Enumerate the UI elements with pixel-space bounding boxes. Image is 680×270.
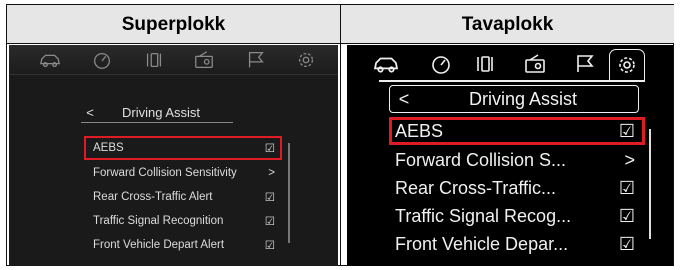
menu-item-label: Traffic Signal Recognition [93, 215, 224, 227]
menu-item-label: AEBS [395, 120, 444, 141]
menu-item-traffic-signal[interactable]: Traffic Signal Recog... ☑ [391, 202, 643, 230]
chevron-right-icon[interactable]: > [624, 150, 635, 171]
radio-icon[interactable] [193, 50, 215, 70]
settings-list: AEBS ☑ Forward Collision Sensitivity > R… [84, 136, 282, 257]
right-column-header: Tavaplokk [341, 5, 674, 44]
gauge-icon[interactable] [91, 50, 113, 70]
tab-bar [9, 45, 338, 75]
menu-item-label: Traffic Signal Recog... [395, 205, 572, 226]
seat-icon[interactable] [143, 50, 165, 70]
back-button[interactable]: < [390, 89, 418, 110]
menu-item-aebs[interactable]: AEBS ☑ [389, 117, 645, 145]
seat-icon[interactable] [473, 53, 497, 75]
menu-item-front-vehicle-depart[interactable]: Front Vehicle Depar... ☑ [391, 230, 643, 258]
gear-icon[interactable] [295, 50, 317, 70]
tab-bar [347, 45, 673, 82]
checkbox-checked-icon[interactable]: ☑ [265, 141, 275, 155]
checkbox-checked-icon[interactable]: ☑ [265, 190, 275, 204]
checkbox-checked-icon[interactable]: ☑ [265, 238, 275, 252]
menu-item-front-vehicle-depart[interactable]: Front Vehicle Depart Alert ☑ [85, 233, 281, 257]
menu-item-label: AEBS [93, 142, 124, 154]
page-title: Driving Assist [468, 88, 578, 109]
menu-item-label: Rear Cross-Traffic... [395, 177, 557, 198]
left-screen: < Driving Assist AEBS ☑ Forward Collisio… [9, 45, 338, 266]
left-column-header: Superplokk [7, 5, 340, 44]
right-screen: < Driving Assist AEBS ☑ Forward Collisio… [347, 45, 673, 266]
menu-item-label: Front Vehicle Depart Alert [93, 239, 225, 251]
page-title: Driving Assist [121, 105, 201, 120]
settings-list: AEBS ☑ Forward Collision S... > Rear Cro… [389, 117, 645, 258]
menu-item-label: Forward Collision Sensitivity [93, 167, 237, 179]
menu-item-traffic-signal[interactable]: Traffic Signal Recognition ☑ [85, 209, 281, 233]
flag-icon[interactable] [573, 53, 597, 75]
checkbox-checked-icon[interactable]: ☑ [619, 178, 635, 199]
chevron-right-icon[interactable]: > [268, 167, 275, 179]
menu-item-label: Forward Collision S... [395, 149, 567, 170]
radio-icon[interactable] [523, 53, 547, 75]
checkbox-checked-icon[interactable]: ☑ [619, 234, 635, 255]
menu-item-rear-cross-traffic[interactable]: Rear Cross-Traffic... ☑ [391, 174, 643, 202]
flag-icon[interactable] [245, 50, 267, 70]
menu-item-rear-cross-traffic[interactable]: Rear Cross-Traffic Alert ☑ [85, 185, 281, 209]
checkbox-checked-icon[interactable]: ☑ [265, 214, 275, 228]
comparison-table: Superplokk Tavaplokk < Driving Assist AE… [6, 4, 674, 266]
menu-item-label: Front Vehicle Depar... [395, 233, 569, 254]
menu-item-forward-collision[interactable]: Forward Collision Sensitivity > [85, 161, 281, 185]
menu-item-label: Rear Cross-Traffic Alert [93, 191, 213, 203]
tab-underline [379, 80, 645, 82]
gauge-icon[interactable] [429, 53, 453, 75]
scrollbar[interactable] [649, 129, 651, 239]
back-button[interactable]: < [81, 105, 99, 120]
car-icon[interactable] [371, 53, 401, 75]
menu-item-forward-collision[interactable]: Forward Collision S... > [391, 146, 643, 174]
checkbox-checked-icon[interactable]: ☑ [619, 121, 635, 142]
gear-icon [615, 54, 639, 76]
driving-assist-header: < Driving Assist [389, 85, 639, 113]
driving-assist-header: < Driving Assist [81, 103, 233, 123]
column-divider [340, 5, 341, 265]
checkbox-checked-icon[interactable]: ☑ [619, 206, 635, 227]
tab-settings[interactable] [609, 49, 645, 81]
car-icon[interactable] [39, 50, 61, 70]
scrollbar[interactable] [288, 143, 290, 243]
menu-item-aebs[interactable]: AEBS ☑ [84, 136, 282, 160]
